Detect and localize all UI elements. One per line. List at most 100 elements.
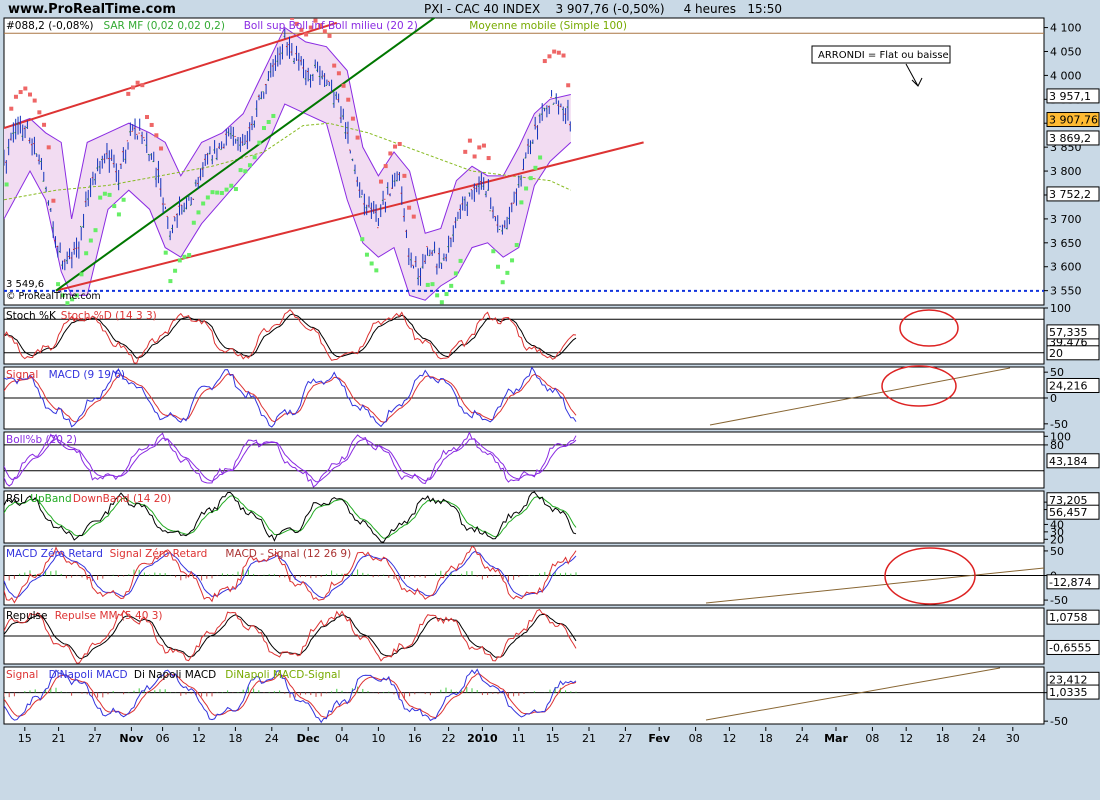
legend-entry: Stoch %K <box>6 310 57 322</box>
sar-dot <box>425 282 430 287</box>
sar-dot <box>393 144 398 149</box>
sar-dot <box>439 300 444 305</box>
sar-dot <box>481 143 486 148</box>
sar-dot <box>402 173 407 178</box>
x-tick-label: 18 <box>936 732 950 745</box>
y-tick-label: -50 <box>1050 594 1068 607</box>
support-label: 3 549,6 <box>6 279 44 290</box>
value-tag-text: 23,412 <box>1049 673 1088 686</box>
sar-dot <box>463 149 468 154</box>
sar-dot <box>177 258 182 263</box>
legend-entry: Boll%b (20 2) <box>6 434 77 446</box>
x-tick-label: 08 <box>689 732 703 745</box>
sar-dot <box>514 243 519 248</box>
legend-entry: Boll sup Boll inf Boll milieu (20 2) <box>244 20 418 32</box>
x-tick-label: 10 <box>371 732 385 745</box>
symbol: PXI - CAC 40 INDEX <box>424 2 541 16</box>
sar-dot <box>51 198 56 203</box>
y-tick-label: 0 <box>1050 392 1057 405</box>
sar-dot <box>496 264 500 269</box>
sar-dot <box>547 54 552 59</box>
sar-dot <box>486 156 491 161</box>
sar-dot <box>173 268 178 273</box>
sar-dot <box>210 190 215 195</box>
sar-dot <box>159 146 164 151</box>
sar-dot <box>519 200 524 205</box>
value-tag-text: 1,0758 <box>1049 611 1088 624</box>
legend-entry: Signal Zéro Retard <box>110 548 208 560</box>
x-tick-label: 16 <box>408 732 422 745</box>
time: 15:50 <box>747 2 782 16</box>
sar-dot <box>566 83 571 88</box>
sar-dot <box>18 90 23 95</box>
sar-dot <box>276 3 280 7</box>
x-tick-label: 21 <box>582 732 596 745</box>
sar-dot <box>126 91 131 96</box>
sar-dot <box>355 135 360 140</box>
chart-title: PXI - CAC 40 INDEX 3 907,76 (-0,50%) 4 h… <box>424 2 782 16</box>
sar-dot <box>224 187 229 192</box>
legend-entry: #088,2 (-0,08%) <box>6 20 94 32</box>
sar-dot <box>98 195 103 200</box>
value-tag-text: 3 752,2 <box>1049 188 1091 201</box>
panel-dinapoli: 0-5023,4121,0335SignalDiNapoli MACDDi Na… <box>3 666 1100 728</box>
sar-dot <box>201 201 206 206</box>
sar-dot <box>93 228 98 233</box>
sar-dot <box>346 97 351 102</box>
interval: 4 heures <box>683 2 736 16</box>
sar-dot <box>524 186 529 191</box>
y-tick-label: 4 000 <box>1050 69 1082 82</box>
sar-dot <box>163 250 168 255</box>
panel-rsi: 706040302073,20556,457RSIUpBandDownBand … <box>3 490 1100 546</box>
sar-dot <box>187 253 192 258</box>
sar-dot <box>229 183 234 188</box>
sar-dot <box>182 254 187 259</box>
sar-dot <box>453 271 458 276</box>
sar-dot <box>374 268 379 273</box>
panel-price: 4 1004 0504 0003 9503 9003 8503 8003 750… <box>3 3 1100 306</box>
x-tick-label: 15 <box>18 732 32 745</box>
sar-dot <box>407 205 412 210</box>
x-tick-label: 12 <box>722 732 736 745</box>
y-tick-label: 4 100 <box>1050 22 1082 35</box>
sar-dot <box>116 212 121 217</box>
sar-dot <box>285 10 289 14</box>
x-tick-label: 06 <box>156 732 170 745</box>
value-tag-text: -12,874 <box>1049 576 1091 589</box>
sar-dot <box>491 249 496 254</box>
x-tick-label: Dec <box>297 732 320 745</box>
sar-dot <box>215 190 220 195</box>
sar-dot <box>360 237 365 242</box>
y-tick-label: -50 <box>1050 715 1068 728</box>
x-tick-label: 27 <box>88 732 102 745</box>
sar-dot <box>28 92 32 97</box>
legend-entry: MACD - Signal (12 26 9) <box>225 548 351 560</box>
sar-dot <box>191 220 196 225</box>
sar-dot <box>121 197 126 202</box>
sar-dot <box>168 279 173 284</box>
sar-dot <box>500 280 505 285</box>
sar-dot <box>140 83 145 88</box>
sar-dot <box>37 110 42 115</box>
sar-dot <box>257 140 262 145</box>
sar-dot <box>84 251 89 256</box>
y-tick-label: 3 800 <box>1050 165 1082 178</box>
legend-entry: RSI <box>6 493 23 505</box>
sar-dot <box>32 98 37 103</box>
sar-dot <box>477 145 482 150</box>
panel-macd: 50 0 -50 24,216 Signal MACD (9 19 6) <box>3 365 1100 431</box>
x-tick-label: 24 <box>795 732 809 745</box>
sar-dot <box>397 141 402 146</box>
sar-dot <box>219 191 224 196</box>
x-tick-label: 24 <box>972 732 986 745</box>
sar-dot <box>9 106 14 111</box>
value-tag-text: 43,184 <box>1049 455 1088 468</box>
sar-dot <box>79 272 84 277</box>
x-tick-label: 2010 <box>467 732 498 745</box>
sar-dot <box>56 282 61 287</box>
sar-dot <box>435 293 440 298</box>
value-tag-text: 3 869,2 <box>1049 132 1091 145</box>
sar-dot <box>154 133 159 138</box>
sar-dot <box>533 165 538 170</box>
x-tick-label: 18 <box>759 732 773 745</box>
